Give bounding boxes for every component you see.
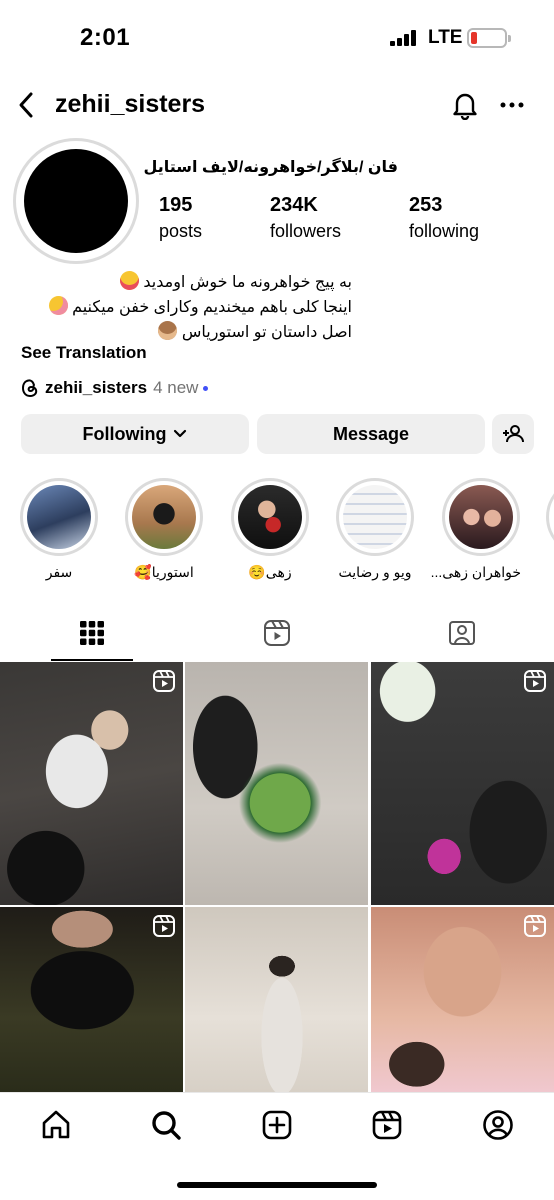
highlight-label: زهی☺️ (248, 564, 292, 580)
heart-eyes-emoji (119, 271, 139, 290)
more-options-button[interactable] (496, 88, 528, 122)
followers-stat[interactable]: 234K followers (270, 194, 341, 242)
post-thumbnail[interactable] (185, 907, 368, 1092)
highlight-ring (231, 478, 309, 556)
bio-text: اینجا کلی باهم میخندیم وکارای خفن میکنیم (72, 299, 352, 316)
nav-create-button[interactable] (257, 1105, 297, 1145)
chevron-down-icon (174, 429, 187, 438)
highlight-ring (20, 478, 98, 556)
post-thumbnail[interactable] (371, 662, 554, 905)
profile-username: zehii_sisters (55, 90, 206, 118)
highlight-cover (343, 485, 407, 549)
reels-icon (372, 1110, 402, 1140)
tab-tagged[interactable] (370, 605, 554, 661)
highlight-cover (27, 485, 91, 549)
home-icon (42, 1110, 70, 1139)
threads-icon (21, 379, 38, 398)
search-icon (152, 1111, 181, 1140)
highlight-label: سفر (45, 564, 73, 580)
following-label: following (409, 221, 480, 241)
highlight-label: خواهران زهی... (430, 564, 521, 580)
posts-count: 195 (159, 194, 193, 216)
reel-badge-icon (524, 670, 546, 692)
highlight-ring (442, 478, 520, 556)
story-highlight[interactable]: ویو و رضایت (335, 478, 415, 581)
profile-icon (483, 1110, 513, 1140)
bio-line: به پیج خواهرونه ما خوش اومدید (12, 271, 352, 292)
post-thumbnail[interactable] (0, 662, 183, 905)
followers-count: 234K (270, 194, 318, 216)
reels-icon (264, 620, 290, 646)
message-button-label: Message (332, 423, 410, 444)
highlight-ring (546, 478, 554, 556)
story-highlight[interactable]: زهی☺️ (230, 478, 310, 581)
notifications-button[interactable] (449, 88, 481, 122)
profile-header: zehii_sisters (0, 80, 554, 130)
cellular-signal-icon (390, 30, 420, 46)
threads-handle: zehii_sisters (45, 378, 148, 397)
highlight-cover (132, 485, 196, 549)
posts-grid (0, 662, 554, 1092)
suggested-users-button[interactable] (492, 414, 534, 454)
bio-text: به پیج خواهرونه ما خوش اومدید (143, 274, 352, 291)
highlight-ring (125, 478, 203, 556)
status-bar: 2:01 LTE (0, 0, 554, 74)
threads-badge[interactable]: zehii_sisters 4 new (21, 376, 209, 400)
following-stat[interactable]: 253 following (409, 194, 479, 242)
network-type: LTE (428, 27, 463, 48)
following-count: 253 (409, 194, 443, 216)
see-no-evil-monkey-emoji (158, 321, 178, 340)
bell-icon (453, 93, 477, 120)
bio-text: اصل داستان تو استوریاس (181, 324, 352, 341)
followers-label: followers (270, 221, 342, 241)
home-indicator (177, 1182, 377, 1188)
nav-search-button[interactable] (146, 1105, 186, 1145)
profile-tabs (0, 605, 554, 661)
back-button[interactable] (10, 88, 42, 122)
following-button-label: Following (82, 423, 167, 444)
story-highlight[interactable]: استوریا🥰 (124, 478, 204, 581)
posts-stat[interactable]: 195 posts (159, 194, 202, 242)
plus-square-icon (262, 1110, 292, 1140)
tab-reels[interactable] (185, 605, 369, 661)
reel-badge-icon (153, 670, 175, 692)
nav-home-button[interactable] (36, 1105, 76, 1145)
highlight-label: ویو و رضایت (338, 564, 412, 580)
highlight-cover (238, 485, 302, 549)
tagged-icon (449, 621, 475, 645)
add-person-icon (503, 425, 524, 443)
nav-profile-button[interactable] (478, 1105, 518, 1145)
story-highlight[interactable]: سفر (19, 478, 99, 581)
chevron-left-icon (19, 92, 33, 118)
highlight-cover (449, 485, 513, 549)
battery-icon (467, 28, 511, 48)
new-dot (203, 385, 209, 391)
following-button[interactable]: Following (21, 414, 249, 454)
zany-face-emoji (48, 296, 68, 315)
highlight-ring (336, 478, 414, 556)
post-thumbnail[interactable] (185, 662, 368, 905)
nav-reels-button[interactable] (367, 1105, 407, 1145)
more-horizontal-icon (500, 102, 524, 108)
post-thumbnail[interactable] (371, 907, 554, 1092)
threads-new-count: 4 new (153, 378, 199, 397)
reel-badge-icon (524, 915, 546, 937)
avatar (24, 149, 128, 253)
message-button[interactable]: Message (257, 414, 485, 454)
highlight-label: استوریا🥰 (134, 564, 194, 580)
profile-avatar[interactable] (13, 138, 139, 264)
posts-label: posts (159, 221, 203, 241)
post-thumbnail[interactable] (0, 907, 183, 1092)
see-translation-link[interactable]: See Translation (21, 343, 147, 363)
grid-icon (80, 621, 104, 645)
bio-line: اینجا کلی باهم میخندیم وکارای خفن میکنیم (12, 296, 352, 317)
active-tab-indicator (51, 659, 133, 661)
status-time: 2:01 (80, 24, 131, 51)
tab-grid[interactable] (0, 605, 184, 661)
reel-badge-icon (153, 915, 175, 937)
story-highlight[interactable]: خواهران زهی... (430, 478, 521, 581)
bio-line: اصل داستان تو استوریاس (12, 321, 352, 342)
story-highlight-partial[interactable] (546, 478, 554, 556)
profile-full-name: فان /بلاگر/خواهرونه/لایف استایل (143, 159, 398, 176)
